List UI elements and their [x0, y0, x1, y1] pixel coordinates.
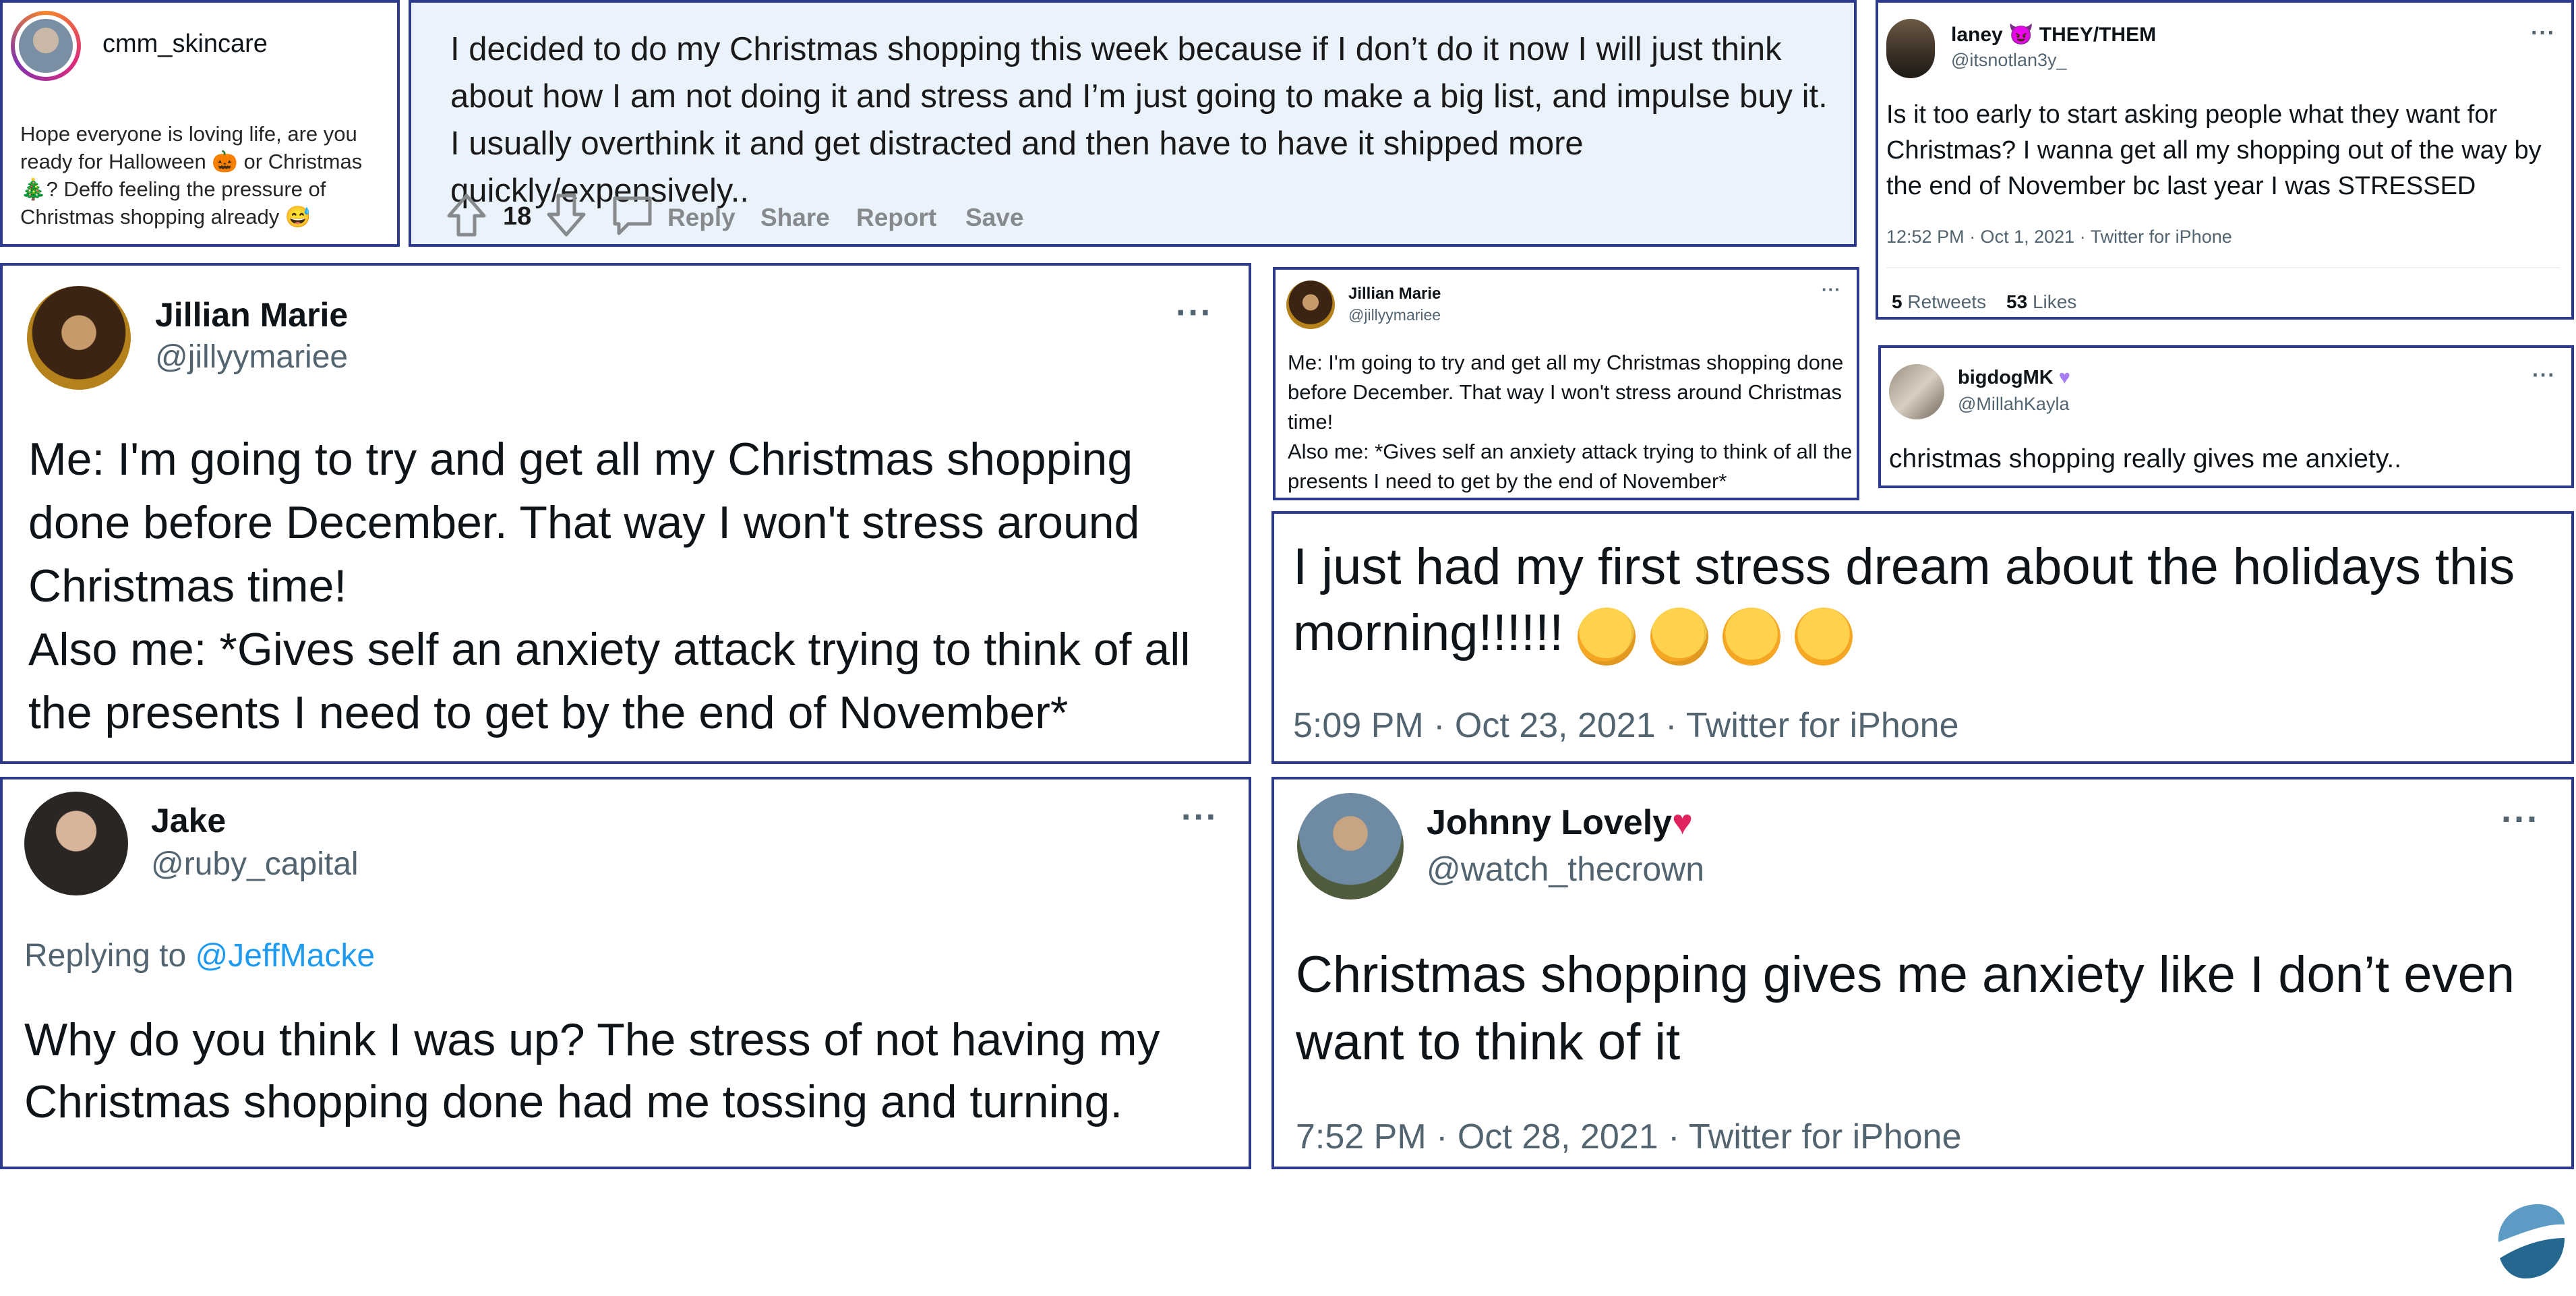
handle[interactable]: @MillahKayla [1958, 394, 2069, 415]
display-name[interactable]: Jillian Marie [1348, 285, 1441, 303]
avatar[interactable] [1297, 793, 1404, 900]
username[interactable]: cmm_skincare [102, 30, 268, 59]
display-name[interactable]: Jillian Marie [155, 295, 348, 334]
tweet-text: I just had my first stress dream about t… [1293, 534, 2560, 666]
weary-face-emoji-icon [1794, 607, 1853, 666]
handle[interactable]: @jillyymariee [1348, 306, 1441, 324]
tweet-text: Why do you think I was up? The stress of… [24, 1014, 1160, 1127]
reply-button[interactable]: Reply [667, 204, 736, 232]
tweet-card-laney: laney 😈 THEY/THEM @itsnotlan3y_ ··· Is i… [1876, 0, 2574, 320]
avatar[interactable] [24, 792, 128, 895]
tweet-timestamp[interactable]: 7:52 PM · Oct 28, 2021 · Twitter for iPh… [1296, 1117, 1962, 1157]
more-options-icon[interactable]: ··· [1176, 293, 1213, 333]
divider [1886, 267, 2560, 268]
avatar[interactable] [1286, 281, 1335, 329]
comment-text: I decided to do my Christmas shopping th… [450, 31, 1828, 209]
tweet-text-content: I just had my first stress dream about t… [1293, 538, 2515, 661]
more-options-icon[interactable]: ··· [1822, 279, 1841, 300]
retweet-count[interactable]: 5 Retweets [1892, 291, 1986, 313]
downvote-icon[interactable] [546, 193, 587, 237]
retweet-label: Retweets [1907, 291, 1987, 312]
tweet-card-johnny: Johnny Lovely @watch_thecrown ··· Christ… [1271, 777, 2574, 1169]
brand-logo [2494, 1200, 2569, 1281]
upvote-icon[interactable] [446, 193, 487, 237]
instagram-post-card: cmm_skincare Hope everyone is loving lif… [0, 0, 400, 247]
display-name[interactable]: laney 😈 THEY/THEM [1951, 23, 2156, 47]
tweet-card-jake: Jake @ruby_capital ··· Replying to @Jeff… [0, 777, 1251, 1169]
report-button[interactable]: Report [856, 204, 936, 232]
tweet-timestamp[interactable]: 5:09 PM · Oct 23, 2021 · Twitter for iPh… [1293, 705, 1959, 746]
handle[interactable]: @jillyymariee [155, 338, 348, 376]
rofl-emoji-icon [1578, 607, 1636, 666]
like-number: 53 [2006, 291, 2028, 312]
avatar[interactable] [1886, 19, 1935, 78]
display-name[interactable]: bigdogMK [1958, 367, 2070, 389]
tweet-timestamp[interactable]: 12:52 PM · Oct 1, 2021 · Twitter for iPh… [1886, 227, 2232, 247]
tweet-card-bigdog: bigdogMK @MillahKayla ··· christmas shop… [1878, 345, 2574, 488]
weary-face-emoji-icon [1722, 607, 1780, 666]
tweet-text: Me: I'm going to try and get all my Chri… [28, 434, 1191, 738]
tweet-card-jillian-small: Jillian Marie @jillyymariee ··· Me: I'm … [1273, 267, 1859, 500]
vote-score: 18 [503, 202, 532, 231]
share-button[interactable]: Share [760, 204, 830, 232]
handle[interactable]: @watch_thecrown [1427, 850, 1704, 889]
avatar[interactable] [27, 286, 131, 390]
avatar[interactable] [11, 11, 81, 81]
more-options-icon[interactable]: ··· [2532, 363, 2556, 388]
replying-to-label: Replying to [24, 938, 187, 974]
handle[interactable]: @ruby_capital [151, 846, 359, 883]
display-name[interactable]: Jake [151, 801, 226, 840]
like-count[interactable]: 53 Likes [2006, 291, 2076, 313]
save-button[interactable]: Save [965, 204, 1023, 232]
post-caption: Hope everyone is loving life, are you re… [20, 122, 363, 229]
display-name[interactable]: Johnny Lovely [1427, 802, 1693, 843]
rofl-emoji-icon [1650, 607, 1708, 666]
comment-icon[interactable] [611, 194, 654, 237]
replying-to-link[interactable]: @JeffMacke [195, 938, 375, 974]
more-options-icon[interactable]: ··· [2531, 20, 2556, 47]
tweet-text: christmas shopping really gives me anxie… [1889, 444, 2402, 473]
reddit-comment-card: I decided to do my Christmas shopping th… [409, 0, 1857, 247]
tweet-card-stress-dream: I just had my first stress dream about t… [1271, 511, 2574, 764]
purple-heart-icon [2059, 367, 2070, 389]
more-options-icon[interactable]: ··· [2501, 798, 2540, 840]
tweet-text: Christmas shopping gives me anxiety like… [1296, 946, 2515, 1071]
more-options-icon[interactable]: ··· [1181, 797, 1218, 837]
handle[interactable]: @itsnotlan3y_ [1951, 50, 2067, 71]
like-label: Likes [2032, 291, 2077, 312]
tweet-text: Me: I'm going to try and get all my Chri… [1288, 351, 1853, 493]
tweet-card-jillian-large: Jillian Marie @jillyymariee ··· Me: I'm … [0, 263, 1251, 764]
display-name-text: bigdogMK [1958, 367, 2054, 388]
two-hearts-icon [1672, 802, 1693, 843]
retweet-number: 5 [1892, 291, 1903, 312]
tweet-text: Is it too early to start asking people w… [1886, 100, 2542, 200]
display-name-text: Johnny Lovely [1427, 803, 1673, 842]
avatar[interactable] [1889, 364, 1944, 419]
replying-to: Replying to @JeffMacke [24, 937, 375, 974]
